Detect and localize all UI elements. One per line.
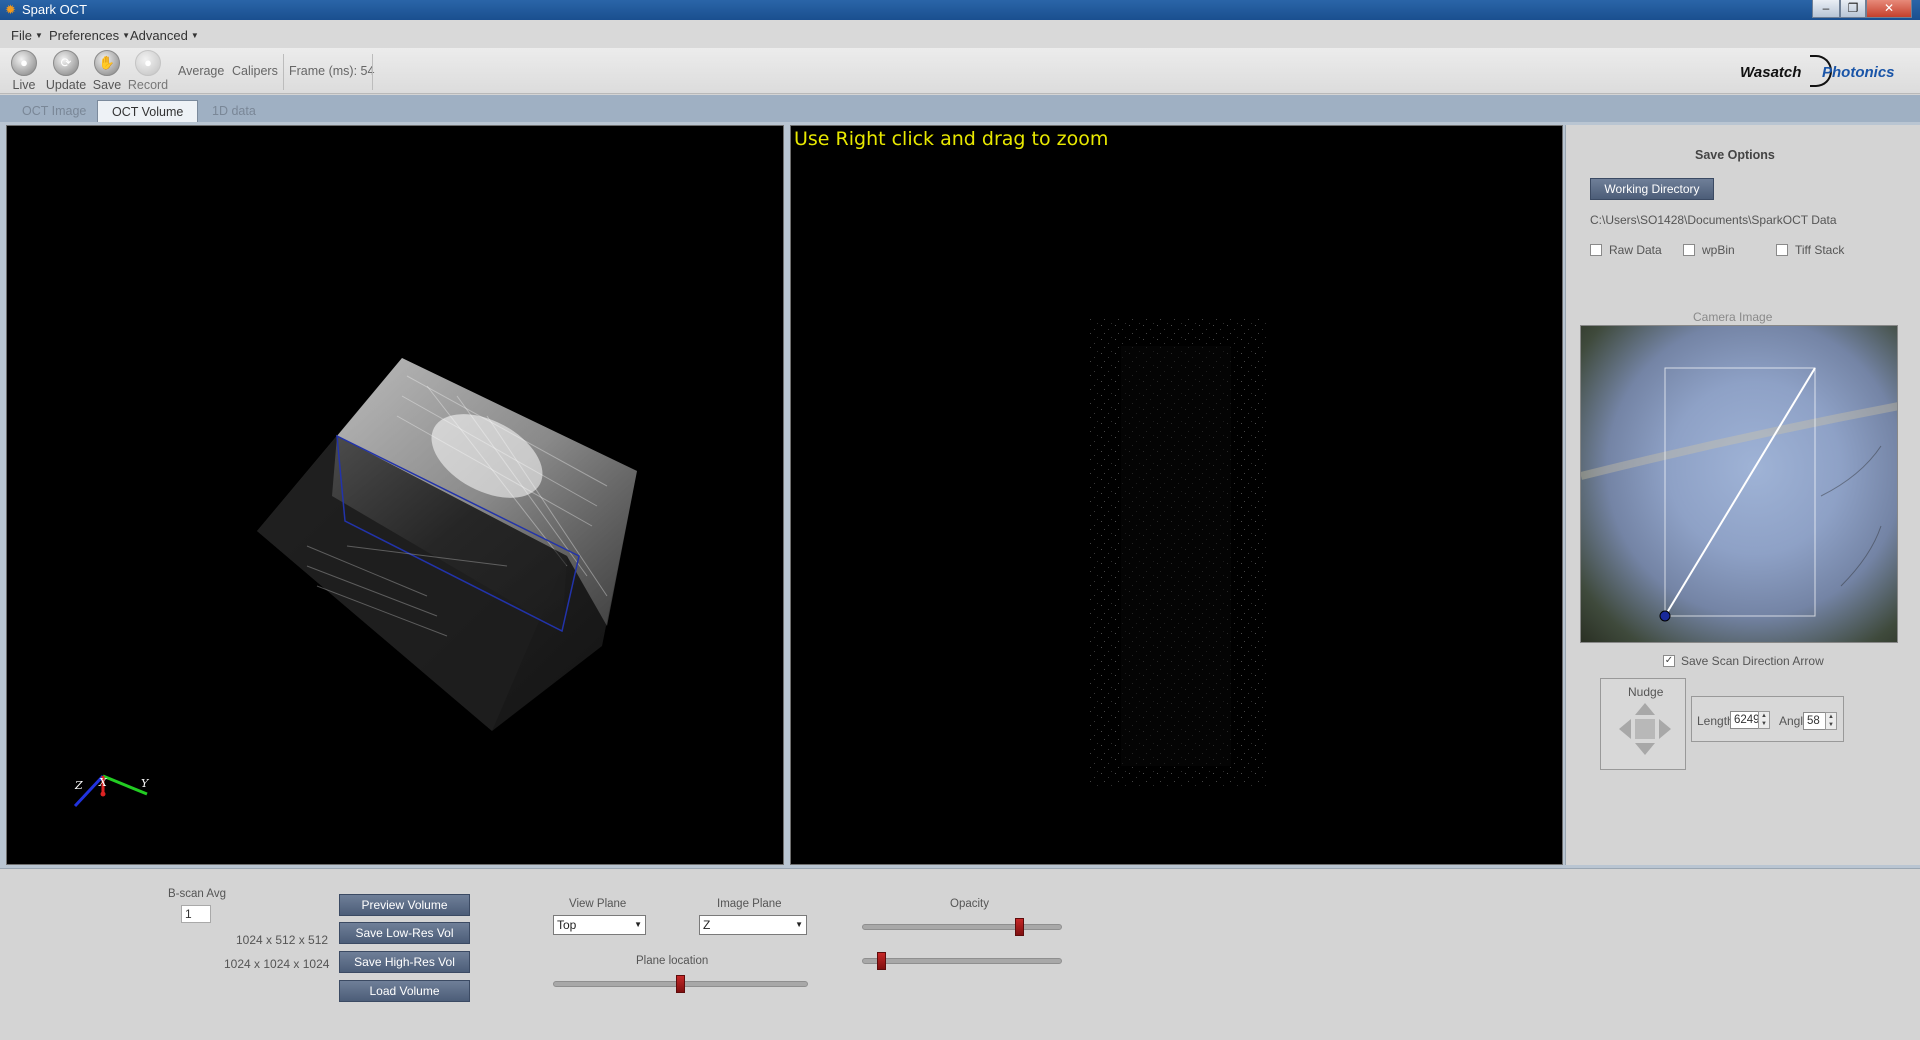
bscan-avg-label: B-scan Avg <box>168 888 226 900</box>
slice-2d-viewport[interactable]: Use Right click and drag to zoom <box>790 125 1563 865</box>
length-angle-box: Length 6249 ▲ ▼ Angle 58 ▲ ▼ <box>1691 696 1844 742</box>
title-bar: ✹ Spark OCT – ❐ ✕ <box>0 0 1920 20</box>
nudge-box: Nudge <box>1600 678 1686 770</box>
save-scan-direction-checkbox[interactable]: ✓ <box>1663 655 1675 667</box>
working-directory-button[interactable]: Working Directory <box>1590 178 1714 200</box>
live-button[interactable]: ● Live <box>8 50 40 92</box>
volume-controls: B-scan Avg 1 1024 x 512 x 512 1024 x 102… <box>0 868 1920 1040</box>
view-plane-select[interactable]: Top ▼ <box>553 915 646 935</box>
camera-overlay <box>1581 367 1897 622</box>
nudge-right-icon <box>1659 719 1671 739</box>
minimize-button[interactable]: – <box>1812 0 1840 18</box>
toolbar-divider <box>283 54 284 90</box>
tab-oct-volume[interactable]: OCT Volume <box>97 100 199 122</box>
calipers-button[interactable]: Calipers <box>232 64 278 78</box>
save-lowres-volume-button[interactable]: Save Low-Res Vol <box>339 922 470 944</box>
volume-render: Z X Y <box>73 358 637 808</box>
window-title: Spark OCT <box>22 2 88 17</box>
plane-location-label: Plane location <box>636 955 709 967</box>
angle-spinner[interactable]: ▲ ▼ <box>1825 712 1837 730</box>
nudge-left-icon <box>1619 719 1631 739</box>
tiff-stack-label: Tiff Stack <box>1795 243 1845 257</box>
camera-image-title: Camera Image <box>1693 310 1773 324</box>
menu-advanced[interactable]: Advanced ▼ <box>130 28 199 43</box>
opacity-secondary-thumb[interactable] <box>877 952 887 970</box>
opacity-secondary-slider[interactable] <box>862 958 1062 964</box>
svg-text:X: X <box>98 776 108 789</box>
nudge-arrows <box>1619 703 1671 755</box>
raw-data-checkbox[interactable] <box>1590 244 1602 256</box>
opacity-thumb[interactable] <box>1014 918 1024 936</box>
side-panel: Save Options Working Directory C:\Users\… <box>1565 125 1920 865</box>
svg-text:Y: Y <box>141 777 150 790</box>
slice-image <box>1089 316 1269 786</box>
chevron-down-icon: ▼ <box>190 31 199 40</box>
chevron-down-icon: ▼ <box>795 920 803 929</box>
toolbar: ● Live ⟳ Update ✋ Save ● Record Average … <box>0 48 1920 94</box>
tab-strip: OCT Image OCT Volume 1D data <box>0 95 1920 122</box>
record-button[interactable]: ● Record <box>126 50 170 92</box>
tab-oct-image[interactable]: OCT Image <box>8 100 100 122</box>
view-plane-label: View Plane <box>569 898 627 910</box>
nudge-title: Nudge <box>1628 685 1664 699</box>
length-label: Length <box>1697 714 1734 728</box>
wasatch-photonics-logo: Wasatch Photonics <box>1740 54 1910 88</box>
record-icon: ● <box>135 50 161 76</box>
lowres-dimensions: 1024 x 512 x 512 <box>236 933 329 947</box>
highres-dimensions: 1024 x 1024 x 1024 <box>224 957 330 971</box>
close-button[interactable]: ✕ <box>1866 0 1912 18</box>
chevron-down-icon: ▼ <box>122 31 131 40</box>
menu-file[interactable]: File ▼ <box>11 28 43 43</box>
app-icon: ✹ <box>5 2 16 17</box>
tiff-stack-checkbox[interactable] <box>1776 244 1788 256</box>
menu-preferences[interactable]: Preferences ▼ <box>49 28 130 43</box>
nudge-up-icon <box>1635 703 1655 715</box>
tab-1d-data[interactable]: 1D data <box>198 100 270 122</box>
update-button[interactable]: ⟳ Update <box>44 50 88 92</box>
raw-data-label: Raw Data <box>1609 243 1662 257</box>
image-plane-label: Image Plane <box>717 898 782 910</box>
chevron-down-icon: ▼ <box>34 31 43 40</box>
working-directory-path: C:\Users\SO1428\Documents\SparkOCT Data <box>1590 213 1837 227</box>
toolbar-divider <box>372 54 373 90</box>
chevron-down-icon: ▼ <box>634 920 642 929</box>
opacity-slider[interactable] <box>862 924 1062 930</box>
save-options-title: Save Options <box>1695 148 1775 162</box>
plane-location-thumb[interactable] <box>676 975 685 993</box>
length-spinner[interactable]: ▲ ▼ <box>1758 711 1770 729</box>
orientation-axes-gizmo <box>73 774 148 808</box>
nudge-down-icon <box>1635 743 1655 755</box>
wpbin-checkbox[interactable] <box>1683 244 1695 256</box>
save-scan-direction-label: Save Scan Direction Arrow <box>1681 654 1824 668</box>
frame-time-readout: Frame (ms): 54 <box>289 64 375 78</box>
save-icon: ✋ <box>94 50 120 76</box>
maximize-button[interactable]: ❐ <box>1840 0 1866 18</box>
angle-input[interactable]: 58 <box>1803 712 1827 730</box>
opacity-label: Opacity <box>950 898 989 910</box>
image-plane-select[interactable]: Z ▼ <box>699 915 807 935</box>
preview-volume-button[interactable]: Preview Volume <box>339 894 470 916</box>
average-button[interactable]: Average <box>178 64 224 78</box>
svg-text:Z: Z <box>74 779 83 792</box>
volume-3d-viewport[interactable]: Z X Y <box>6 125 784 865</box>
save-button[interactable]: ✋ Save <box>92 50 122 92</box>
wpbin-label: wpBin <box>1702 243 1735 257</box>
main-area: Z X Y Use Right click and drag to zoom S… <box>0 122 1920 868</box>
load-volume-button[interactable]: Load Volume <box>339 980 470 1002</box>
bscan-avg-input[interactable]: 1 <box>181 905 211 923</box>
camera-image[interactable] <box>1580 325 1898 643</box>
menu-bar: File ▼ Preferences ▼ Advanced ▼ <box>0 20 1920 48</box>
refresh-icon: ⟳ <box>53 50 79 76</box>
save-highres-volume-button[interactable]: Save High-Res Vol <box>339 951 470 973</box>
camera-icon: ● <box>11 50 37 76</box>
